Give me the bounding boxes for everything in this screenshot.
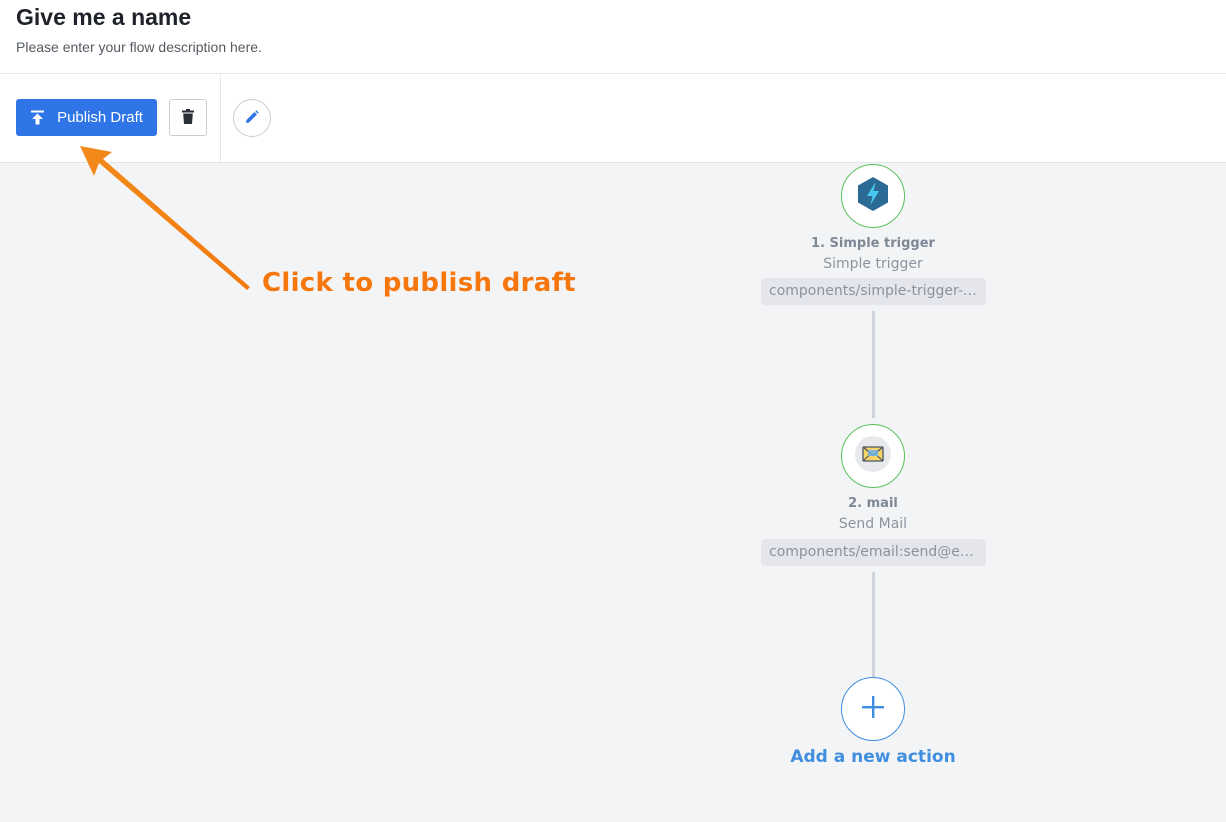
plus-icon — [861, 695, 885, 724]
envelope-icon — [854, 435, 892, 478]
add-action-label[interactable]: Add a new action — [753, 747, 993, 767]
step-2-component-chip: components/email:send@email — [761, 539, 986, 566]
step-connector — [872, 311, 875, 418]
delete-button[interactable] — [169, 99, 207, 136]
add-action-button[interactable] — [841, 677, 905, 741]
step-1-component-chip: components/simple-trigger-component — [761, 278, 986, 305]
step-connector — [872, 572, 875, 678]
edit-button[interactable] — [233, 99, 271, 137]
lightning-hexagon-icon — [856, 176, 890, 217]
publish-draft-label: Publish Draft — [57, 109, 143, 126]
step-1-subtitle: Simple trigger — [823, 256, 923, 272]
annotation-text: Click to publish draft — [262, 268, 576, 298]
toolbar-divider — [220, 74, 221, 163]
pencil-icon — [245, 109, 259, 127]
step-1-title: 1. Simple trigger — [811, 236, 935, 251]
step-2-node[interactable] — [841, 424, 905, 488]
flow-title[interactable]: Give me a name — [16, 4, 191, 31]
upload-arrow-icon — [30, 110, 45, 125]
flow-canvas — [0, 163, 1226, 822]
flow-description[interactable]: Please enter your flow description here. — [16, 39, 262, 55]
step-1-node[interactable] — [841, 164, 905, 228]
trash-icon — [182, 108, 194, 127]
toolbar: Publish Draft — [0, 74, 1226, 163]
flow-header: Give me a name Please enter your flow de… — [0, 0, 1226, 74]
step-2-title: 2. mail — [848, 496, 898, 511]
step-2-subtitle: Send Mail — [838, 516, 908, 532]
publish-draft-button[interactable]: Publish Draft — [16, 99, 157, 136]
